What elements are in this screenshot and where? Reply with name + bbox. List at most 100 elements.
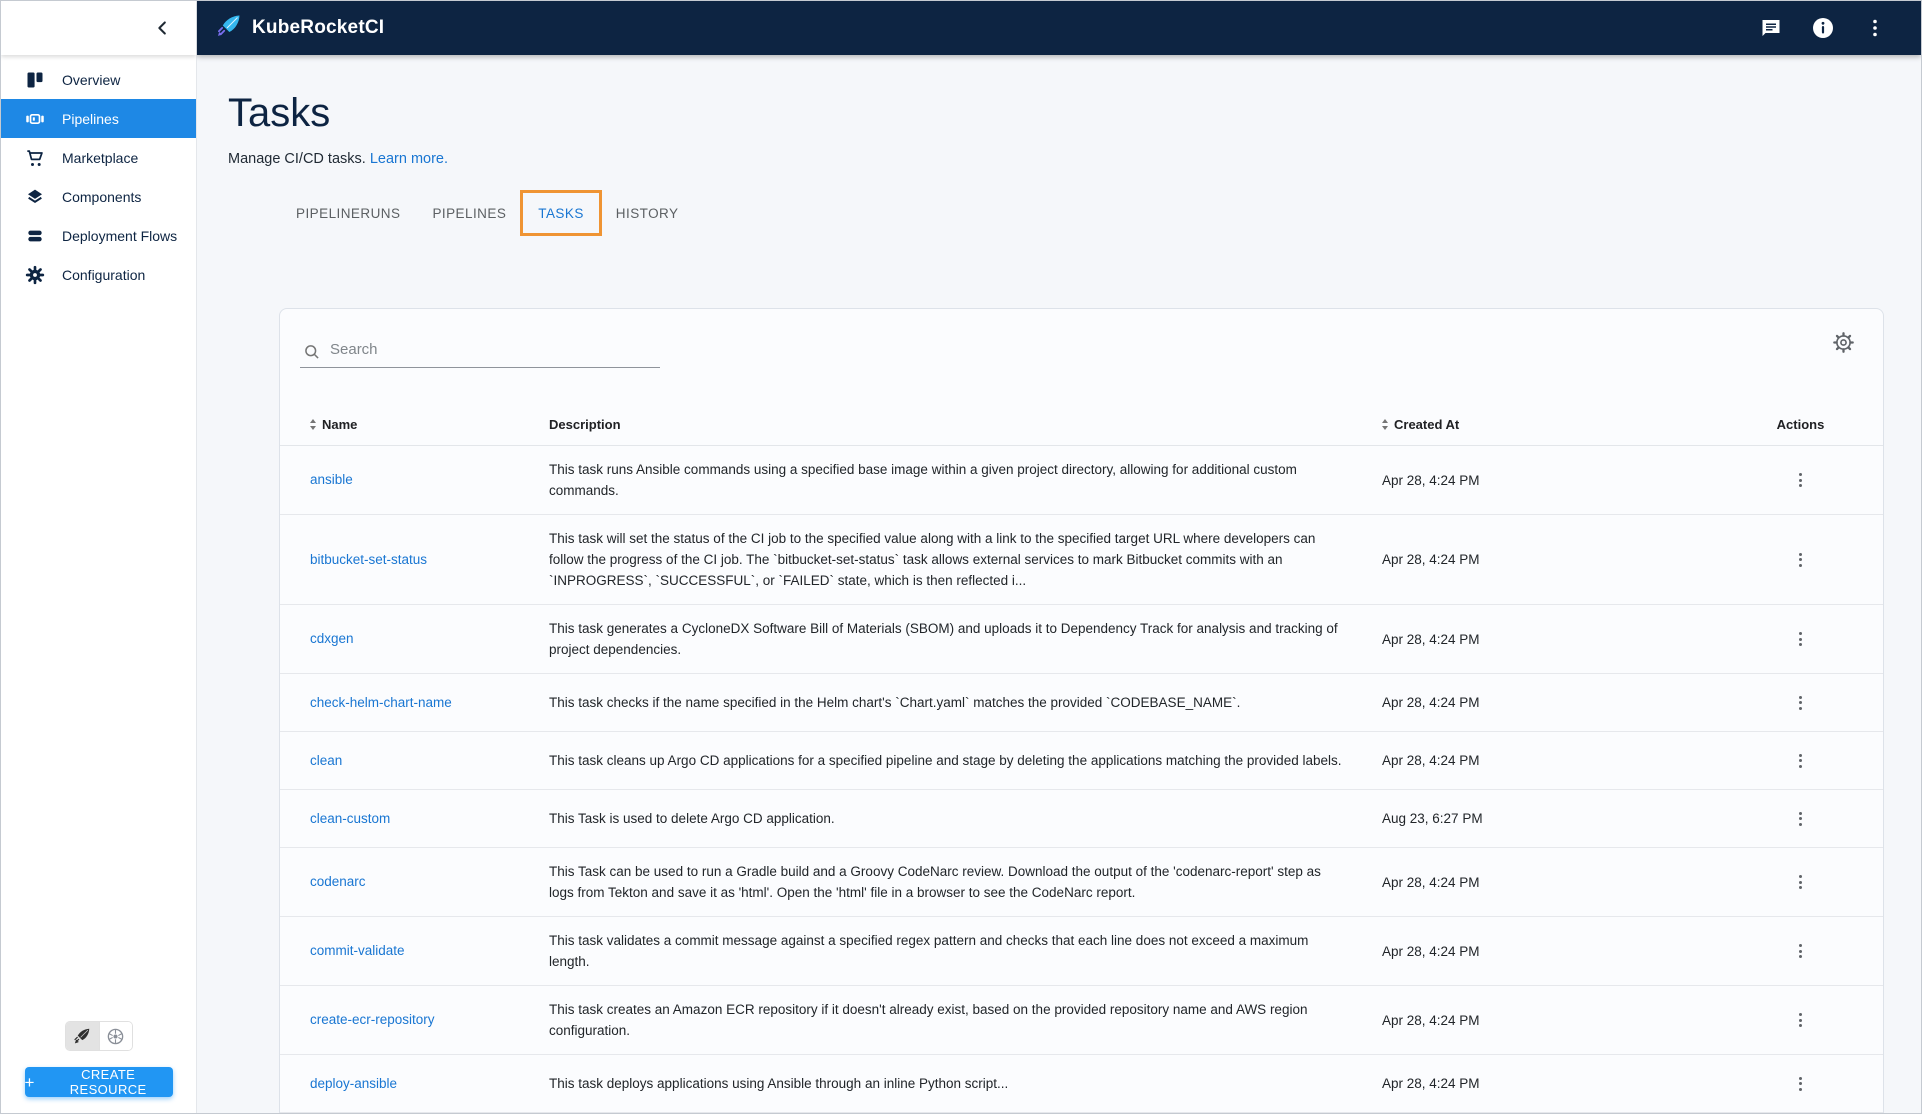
task-description: This task validates a commit message aga…	[549, 930, 1382, 972]
layers-icon	[25, 187, 45, 207]
row-kebab-menu-icon[interactable]	[1787, 868, 1815, 896]
column-header-name[interactable]: Name	[280, 402, 549, 445]
task-description: This task generates a CycloneDX Software…	[549, 618, 1382, 660]
task-description: This Task can be used to run a Gradle bu…	[549, 861, 1382, 903]
task-name-link[interactable]: deploy-ansible	[310, 1076, 397, 1091]
create-resource-label: CREATE RESOURCE	[44, 1067, 173, 1097]
tab-pipelineruns[interactable]: PIPELINERUNS	[280, 192, 416, 234]
tab-history[interactable]: HISTORY	[600, 192, 695, 234]
column-header-description: Description	[549, 402, 1382, 445]
task-name-link[interactable]: cdxgen	[310, 631, 354, 646]
info-icon[interactable]	[1811, 16, 1835, 40]
sidebar-footer: + CREATE RESOURCE	[1, 1021, 196, 1113]
task-name-link[interactable]: ansible	[310, 472, 353, 487]
view-toggle-group	[65, 1021, 133, 1051]
task-description: This task checks if the name specified i…	[549, 692, 1382, 713]
row-kebab-menu-icon[interactable]	[1787, 1070, 1815, 1098]
tab-bar: PIPELINERUNS PIPELINES TASKS HISTORY	[280, 192, 1921, 234]
feedback-chat-icon[interactable]	[1759, 16, 1783, 40]
task-description: This Task is used to delete Argo CD appl…	[549, 808, 1382, 829]
subtitle-text: Manage CI/CD tasks.	[228, 151, 366, 167]
table-row: bitbucket-set-status This task will set …	[280, 515, 1883, 605]
task-created-at: Aug 23, 6:27 PM	[1382, 811, 1738, 826]
appbar-kebab-menu-icon[interactable]	[1863, 16, 1887, 40]
row-kebab-menu-icon[interactable]	[1787, 747, 1815, 775]
sidebar-item-label: Pipelines	[62, 111, 119, 127]
table-row: deploy-ansible This task deploys applica…	[280, 1055, 1883, 1113]
task-name-link[interactable]: check-helm-chart-name	[310, 695, 452, 710]
kubernetes-view-toggle-button[interactable]	[99, 1022, 132, 1050]
app-window: KubeRocketCI	[0, 0, 1922, 1114]
sidebar-header	[1, 1, 196, 55]
sidebar-collapse-button[interactable]	[152, 17, 174, 39]
task-created-at: Apr 28, 4:24 PM	[1382, 944, 1738, 959]
column-header-created-at[interactable]: Created At	[1382, 402, 1738, 445]
appbar: KubeRocketCI	[197, 1, 1921, 55]
task-description: This task deploys applications using Ans…	[549, 1073, 1382, 1094]
row-kebab-menu-icon[interactable]	[1787, 805, 1815, 833]
flows-icon	[25, 226, 45, 246]
table-settings-gear-icon[interactable]	[1832, 331, 1855, 357]
task-description: This task will set the status of the CI …	[549, 528, 1382, 591]
column-header-actions: Actions	[1738, 402, 1863, 445]
create-resource-button[interactable]: + CREATE RESOURCE	[25, 1067, 173, 1097]
task-created-at: Apr 28, 4:24 PM	[1382, 695, 1738, 710]
task-description: This task cleans up Argo CD applications…	[549, 750, 1382, 771]
task-created-at: Apr 28, 4:24 PM	[1382, 1013, 1738, 1028]
sidebar-item-components[interactable]: Components	[1, 177, 196, 216]
table-row: check-helm-chart-name This task checks i…	[280, 674, 1883, 732]
tab-pipelines[interactable]: PIPELINES	[416, 192, 522, 234]
task-name-link[interactable]: commit-validate	[310, 943, 405, 958]
table-header-row: Name Description Created At Actions	[280, 402, 1883, 446]
search-input[interactable]	[300, 335, 660, 368]
sidebar-item-overview[interactable]: Overview	[1, 60, 196, 99]
page-subtitle: Manage CI/CD tasks. Learn more.	[228, 151, 1921, 167]
task-name-link[interactable]: clean-custom	[310, 811, 390, 826]
sidebar-item-deployment-flows[interactable]: Deployment Flows	[1, 216, 196, 255]
task-created-at: Apr 28, 4:24 PM	[1382, 632, 1738, 647]
rocket-view-toggle-button[interactable]	[66, 1022, 99, 1050]
sidebar-item-label: Components	[62, 189, 141, 205]
page-title: Tasks	[228, 91, 1921, 136]
rocket-logo-icon	[216, 13, 242, 44]
sidebar-item-label: Overview	[62, 72, 120, 88]
row-kebab-menu-icon[interactable]	[1787, 625, 1815, 653]
plus-icon: +	[25, 1074, 35, 1091]
table-row: ansible This task runs Ansible commands …	[280, 446, 1883, 515]
search-icon	[302, 342, 322, 367]
sidebar: Overview Pipelines	[1, 1, 197, 1113]
task-name-link[interactable]: create-ecr-repository	[310, 1012, 435, 1027]
appbar-actions	[1759, 16, 1887, 40]
tasks-table: Name Description Created At Actions ansi…	[280, 402, 1883, 1113]
task-description: This task runs Ansible commands using a …	[549, 459, 1382, 501]
task-created-at: Apr 28, 4:24 PM	[1382, 875, 1738, 890]
row-kebab-menu-icon[interactable]	[1787, 1006, 1815, 1034]
row-kebab-menu-icon[interactable]	[1787, 937, 1815, 965]
task-created-at: Apr 28, 4:24 PM	[1382, 753, 1738, 768]
row-kebab-menu-icon[interactable]	[1787, 546, 1815, 574]
row-kebab-menu-icon[interactable]	[1787, 689, 1815, 717]
table-row: commit-validate This task validates a co…	[280, 917, 1883, 986]
table-row: clean This task cleans up Argo CD applic…	[280, 732, 1883, 790]
task-description: This task creates an Amazon ECR reposito…	[549, 999, 1382, 1041]
sidebar-item-pipelines[interactable]: Pipelines	[1, 99, 196, 138]
dashboard-icon	[25, 70, 45, 90]
task-name-link[interactable]: clean	[310, 753, 342, 768]
task-created-at: Apr 28, 4:24 PM	[1382, 1076, 1738, 1091]
task-name-link[interactable]: codenarc	[310, 874, 366, 889]
learn-more-link[interactable]: Learn more.	[370, 151, 448, 167]
sort-icon	[1382, 419, 1388, 430]
row-kebab-menu-icon[interactable]	[1787, 466, 1815, 494]
task-name-link[interactable]: bitbucket-set-status	[310, 552, 427, 567]
main-content: Tasks Manage CI/CD tasks. Learn more. PI…	[197, 55, 1921, 1113]
gear-icon	[25, 265, 45, 285]
tab-tasks[interactable]: TASKS	[522, 192, 600, 234]
sidebar-item-marketplace[interactable]: Marketplace	[1, 138, 196, 177]
table-row: create-ecr-repository This task creates …	[280, 986, 1883, 1055]
shopping-cart-icon	[25, 148, 45, 168]
sort-icon	[310, 419, 316, 430]
table-row: codenarc This Task can be used to run a …	[280, 848, 1883, 917]
table-row: clean-custom This Task is used to delete…	[280, 790, 1883, 848]
sidebar-item-configuration[interactable]: Configuration	[1, 255, 196, 294]
sidebar-item-label: Marketplace	[62, 150, 138, 166]
